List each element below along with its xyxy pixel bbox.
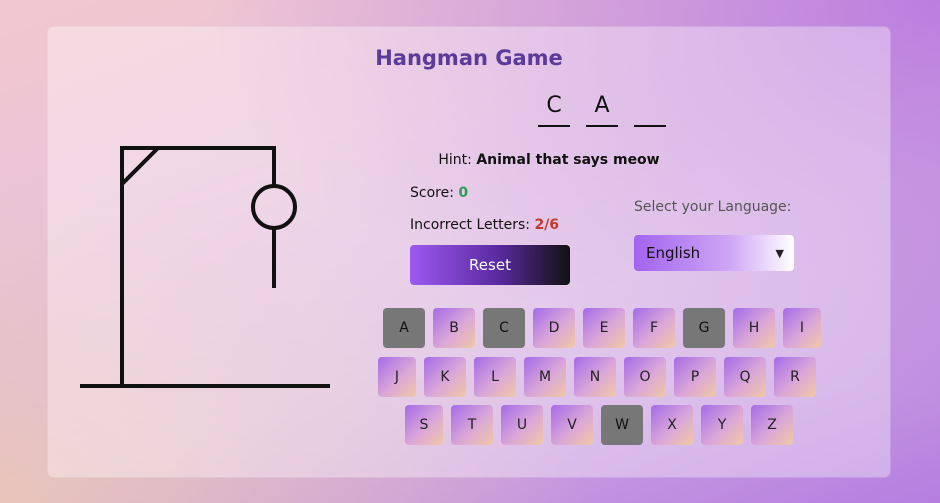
key-r[interactable]: R (774, 357, 816, 397)
chevron-down-icon: ▼ (775, 246, 784, 260)
word-display: C A (538, 91, 666, 127)
key-y[interactable]: Y (701, 405, 743, 445)
key-o[interactable]: O (624, 357, 666, 397)
incorrect-line: Incorrect Letters: 2/6 (410, 217, 559, 233)
key-a[interactable]: A (383, 308, 425, 348)
language-select[interactable]: English ▼ (634, 235, 794, 271)
page-title: Hangman Game (375, 46, 563, 70)
key-m[interactable]: M (524, 357, 566, 397)
keyboard-row-2: J K L M N O P Q R (378, 357, 824, 397)
key-v[interactable]: V (551, 405, 593, 445)
hint-line: Hint: Animal that says meow (48, 152, 890, 168)
score-value: 0 (458, 185, 469, 201)
key-n[interactable]: N (574, 357, 616, 397)
key-i[interactable]: I (783, 308, 821, 348)
letter-slot: A (586, 91, 618, 127)
score-line: Score: 0 (410, 185, 468, 201)
key-d[interactable]: D (533, 308, 575, 348)
letter-slot: C (538, 91, 570, 127)
hint-text: Animal that says meow (476, 152, 660, 168)
key-k[interactable]: K (424, 357, 466, 397)
incorrect-value: 2/6 (534, 217, 560, 233)
language-label: Select your Language: (634, 199, 792, 215)
key-e[interactable]: E (583, 308, 625, 348)
key-u[interactable]: U (501, 405, 543, 445)
hint-label: Hint: (438, 152, 472, 168)
key-c[interactable]: C (483, 308, 525, 348)
keyboard-row-1: A B C D E F G H I (383, 308, 829, 348)
key-q[interactable]: Q (724, 357, 766, 397)
key-s[interactable]: S (405, 405, 443, 445)
key-f[interactable]: F (633, 308, 675, 348)
key-x[interactable]: X (651, 405, 693, 445)
key-l[interactable]: L (474, 357, 516, 397)
hangman-head (251, 184, 297, 230)
score-label: Score: (410, 185, 454, 201)
language-selected-value: English (646, 244, 701, 262)
keyboard-row-3: S T U V W X Y Z (405, 405, 801, 445)
key-w[interactable]: W (601, 405, 643, 445)
game-card: Hangman Game C A Hint: Animal that says … (48, 27, 890, 477)
key-j[interactable]: J (378, 357, 416, 397)
key-b[interactable]: B (433, 308, 475, 348)
key-g[interactable]: G (683, 308, 725, 348)
incorrect-label: Incorrect Letters: (410, 217, 530, 233)
letter-slot (634, 91, 666, 127)
key-p[interactable]: P (674, 357, 716, 397)
key-h[interactable]: H (733, 308, 775, 348)
key-z[interactable]: Z (751, 405, 793, 445)
reset-button[interactable]: Reset (410, 245, 570, 285)
key-t[interactable]: T (451, 405, 493, 445)
